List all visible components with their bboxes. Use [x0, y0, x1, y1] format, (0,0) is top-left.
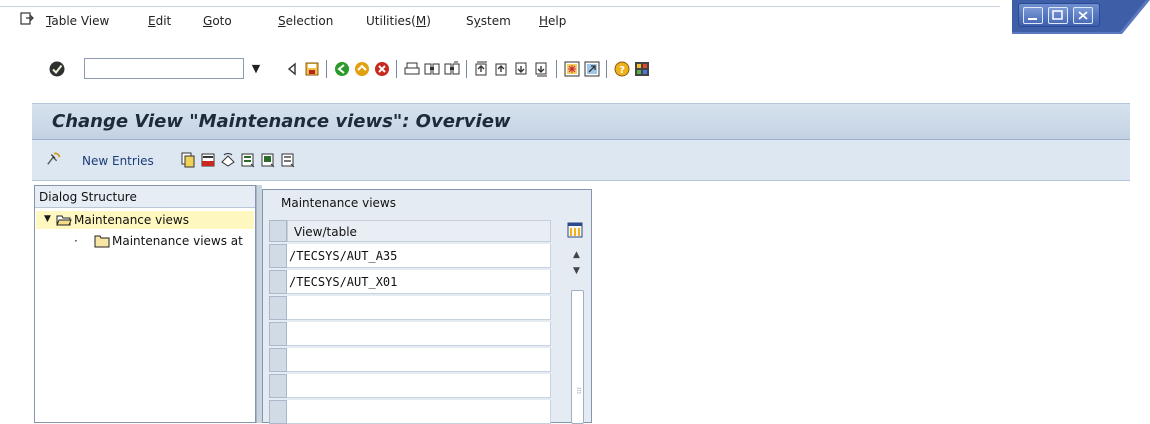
- table-row[interactable]: [287, 296, 551, 320]
- svg-text:?: ?: [619, 65, 625, 76]
- undo-change-icon[interactable]: [220, 152, 236, 168]
- tree-item-label: Maintenance views: [74, 213, 189, 227]
- column-header-view-table[interactable]: View/table: [287, 220, 551, 242]
- previous-page-icon[interactable]: [494, 61, 510, 77]
- table-row[interactable]: [287, 348, 551, 372]
- row-selector[interactable]: [269, 296, 287, 320]
- toolbar-separator: [326, 60, 327, 78]
- find-icon[interactable]: [424, 61, 440, 77]
- dialog-structure-panel: Dialog Structure ▼ Maintenance views · M…: [34, 185, 256, 423]
- menu-edit[interactable]: Edit: [148, 14, 171, 28]
- table-row[interactable]: /TECSYS/AUT_X01: [287, 270, 551, 294]
- table-row[interactable]: /TECSYS/AUT_A35: [287, 244, 551, 268]
- menu-help[interactable]: Help: [539, 14, 566, 28]
- application-toolbar: New Entries: [32, 140, 1130, 181]
- window-button-group: [1018, 3, 1100, 27]
- menu-system[interactable]: System: [466, 14, 511, 28]
- dialog-structure-header: Dialog Structure: [35, 186, 255, 208]
- table-cell: /TECSYS/AUT_A35: [289, 249, 398, 263]
- close-icon[interactable]: [1073, 7, 1093, 24]
- menu-selection[interactable]: Selection: [278, 14, 333, 28]
- row-selector[interactable]: [269, 322, 287, 346]
- menu-goto[interactable]: Goto: [203, 14, 232, 28]
- menu-bar: Table View Edit Goto Selection Utilities…: [0, 0, 1150, 36]
- table-row[interactable]: [287, 374, 551, 398]
- maintenance-views-table: Maintenance views View/table /TECSYS/AUT…: [262, 189, 592, 424]
- find-next-icon[interactable]: [444, 61, 460, 77]
- row-selector[interactable]: [269, 244, 287, 268]
- tree-expand-icon[interactable]: ▼: [44, 214, 51, 224]
- save-icon[interactable]: [304, 61, 320, 77]
- command-history-dropdown-icon[interactable]: ▼: [246, 58, 266, 79]
- copy-as-icon[interactable]: [180, 152, 196, 168]
- vertical-scrollbar[interactable]: ▲ ▼ ⠿: [569, 246, 587, 424]
- tree-item-maintenance-views[interactable]: ▼ Maintenance views: [36, 211, 254, 229]
- help-icon[interactable]: ?: [614, 61, 630, 77]
- menu-table-view[interactable]: Table View: [46, 14, 109, 28]
- maximize-icon[interactable]: [1048, 7, 1068, 24]
- deselect-all-icon[interactable]: [280, 152, 296, 168]
- display-change-icon[interactable]: [46, 151, 62, 167]
- page-title: Change View "Maintenance views": Overvie…: [52, 111, 511, 132]
- delete-icon[interactable]: [200, 152, 216, 168]
- table-cell: /TECSYS/AUT_X01: [289, 275, 398, 289]
- scroll-grip-icon: ⠿: [576, 387, 582, 396]
- window-controls: [1012, 0, 1150, 34]
- command-field[interactable]: [84, 58, 244, 79]
- scroll-up-icon[interactable]: ▲: [573, 250, 580, 260]
- tree-item-maintenance-views-at[interactable]: · Maintenance views at: [36, 232, 254, 250]
- create-session-icon[interactable]: [564, 61, 580, 77]
- row-selector[interactable]: [269, 348, 287, 372]
- table-title: Maintenance views: [281, 196, 396, 210]
- print-icon[interactable]: [404, 61, 420, 77]
- tree-item-label: Maintenance views at: [112, 234, 243, 248]
- select-all-cell[interactable]: [269, 220, 287, 242]
- select-block-icon[interactable]: [260, 152, 276, 168]
- tree-bullet-icon: ·: [74, 234, 78, 248]
- toolbar-separator: [556, 60, 557, 78]
- minimize-icon[interactable]: [1023, 7, 1043, 24]
- table-settings-icon[interactable]: [567, 222, 583, 238]
- customize-layout-icon[interactable]: [634, 61, 650, 77]
- cancel-icon[interactable]: [374, 61, 390, 77]
- row-selector[interactable]: [269, 400, 287, 424]
- table-row[interactable]: [287, 322, 551, 346]
- exit-icon[interactable]: [354, 61, 370, 77]
- folder-icon: [94, 235, 110, 248]
- enter-icon[interactable]: [48, 60, 66, 78]
- row-selector[interactable]: [269, 270, 287, 294]
- dialog-structure-title: Dialog Structure: [39, 190, 137, 204]
- back-triangle-icon[interactable]: [284, 61, 300, 77]
- menu-exit-icon[interactable]: [20, 12, 34, 25]
- shortcut-icon[interactable]: [584, 61, 600, 77]
- new-entries-button[interactable]: New Entries: [82, 154, 154, 168]
- title-divider: [0, 6, 1000, 7]
- row-selector[interactable]: [269, 374, 287, 398]
- screen-title-bar: Change View "Maintenance views": Overvie…: [32, 103, 1130, 140]
- table-row[interactable]: [287, 400, 551, 424]
- scroll-thumb[interactable]: ⠿: [571, 290, 584, 424]
- last-page-icon[interactable]: [534, 61, 550, 77]
- toolbar-separator: [466, 60, 467, 78]
- select-all-icon[interactable]: [240, 152, 256, 168]
- back-icon[interactable]: [334, 61, 350, 77]
- menu-utilities[interactable]: Utilities(M): [366, 14, 431, 28]
- open-folder-icon: [56, 215, 72, 226]
- first-page-icon[interactable]: [474, 61, 490, 77]
- toolbar-separator: [606, 60, 607, 78]
- column-header-label: View/table: [294, 225, 357, 239]
- scroll-down-icon[interactable]: ▼: [573, 266, 580, 276]
- toolbar-separator: [396, 60, 397, 78]
- next-page-icon[interactable]: [514, 61, 530, 77]
